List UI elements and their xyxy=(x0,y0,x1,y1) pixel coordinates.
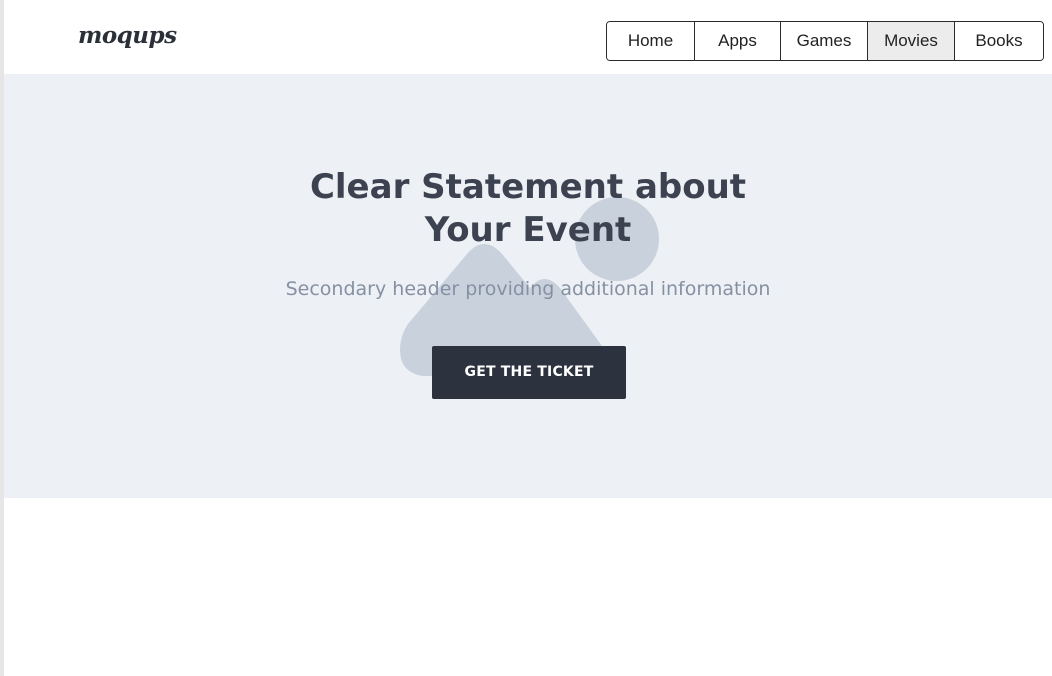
nav-item-books[interactable]: Books xyxy=(955,22,1043,60)
nav-item-apps[interactable]: Apps xyxy=(695,22,781,60)
hero-subtitle: Secondary header providing additional in… xyxy=(285,278,771,300)
top-header: moqups Home Apps Games Movies Books xyxy=(4,0,1052,74)
nav-item-movies[interactable]: Movies xyxy=(868,22,955,60)
nav-item-home[interactable]: Home xyxy=(607,22,695,60)
main-nav: Home Apps Games Movies Books xyxy=(606,21,1044,61)
get-ticket-button[interactable]: GET THE TICKET xyxy=(432,346,626,399)
logo[interactable]: moqups xyxy=(78,22,177,49)
nav-item-games[interactable]: Games xyxy=(781,22,868,60)
hero-title-line-2: Your Event xyxy=(424,210,632,250)
hero-section: Clear Statement about Your Event Seconda… xyxy=(4,74,1052,498)
hero-title-line-1: Clear Statement about xyxy=(309,167,747,207)
hero-title: Clear Statement about Your Event xyxy=(228,166,828,252)
